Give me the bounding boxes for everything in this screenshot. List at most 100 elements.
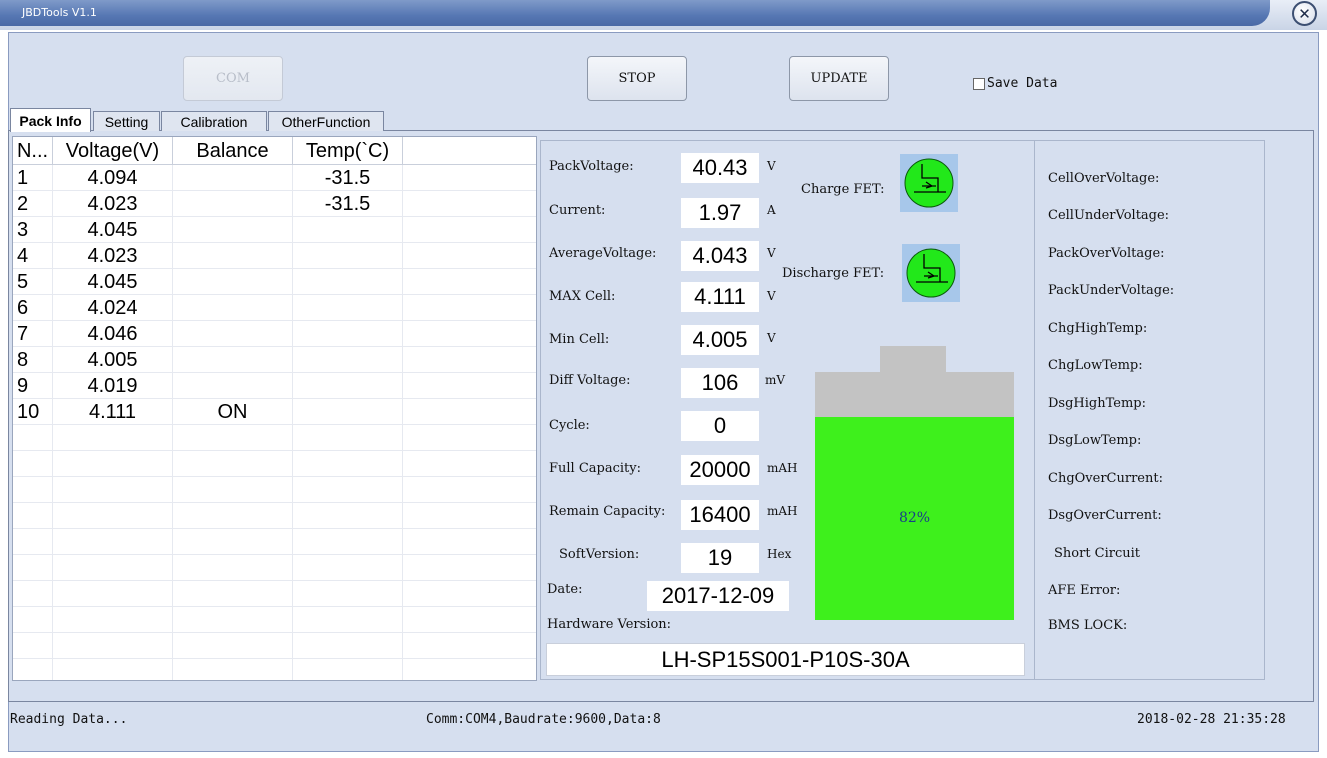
table-cell — [293, 399, 403, 425]
table-row[interactable]: 10 4.111 ON — [13, 399, 536, 425]
table-row[interactable] — [13, 633, 536, 659]
average-voltage-unit: V — [767, 246, 776, 260]
table-row[interactable]: 1 4.094 -31.5 — [13, 165, 536, 191]
discharge-fet-indicator — [902, 244, 960, 302]
table-row[interactable] — [13, 659, 536, 680]
battery-gauge: 82% — [815, 372, 1014, 620]
table-row[interactable]: 6 4.024 — [13, 295, 536, 321]
col-header-voltage[interactable]: Voltage(V) — [53, 137, 173, 165]
charge-fet-indicator — [900, 154, 958, 212]
update-button[interactable]: UPDATE — [789, 56, 889, 101]
protection-label: DsgHighTemp: — [1048, 396, 1146, 411]
col-header-balance[interactable]: Balance — [173, 137, 293, 165]
save-data-checkbox[interactable]: Save Data — [973, 76, 1057, 91]
full-capacity-value: 20000 — [681, 455, 759, 485]
table-cell: 4.094 — [53, 165, 173, 191]
table-cell — [53, 477, 173, 503]
table-row[interactable]: 2 4.023 -31.5 — [13, 191, 536, 217]
col-header-temp[interactable]: Temp(`C) — [293, 137, 403, 165]
table-cell — [53, 555, 173, 581]
battery-cap — [880, 346, 946, 373]
table-row[interactable] — [13, 503, 536, 529]
table-cell — [403, 425, 536, 451]
tab-setting[interactable]: Setting — [93, 111, 160, 131]
title-bar: JBDTools V1.1 ✕ — [0, 0, 1327, 30]
max-cell-label: MAX Cell: — [549, 289, 616, 304]
table-cell — [403, 581, 536, 607]
table-cell: 4.024 — [53, 295, 173, 321]
tab-pack-info[interactable]: Pack Info — [10, 108, 91, 132]
protection-label: ChgHighTemp: — [1048, 321, 1148, 336]
table-cell — [293, 217, 403, 243]
mosfet-icon — [906, 248, 956, 298]
full-capacity-label: Full Capacity: — [549, 461, 641, 476]
table-row[interactable] — [13, 607, 536, 633]
table-row[interactable]: 7 4.046 — [13, 321, 536, 347]
min-cell-label: Min Cell: — [549, 332, 610, 347]
table-row[interactable] — [13, 581, 536, 607]
cell-table[interactable]: N... Voltage(V) Balance Temp(`C) 1 4.094 -… — [12, 136, 537, 681]
checkbox-box[interactable] — [973, 77, 985, 90]
table-row[interactable]: 5 4.045 — [13, 269, 536, 295]
average-voltage-label: AverageVoltage: — [549, 246, 657, 261]
mosfet-icon — [904, 158, 954, 208]
table-cell — [173, 555, 293, 581]
protection-label: CellOverVoltage: — [1048, 171, 1160, 186]
table-row[interactable] — [13, 425, 536, 451]
table-cell — [53, 659, 173, 680]
table-cell — [403, 503, 536, 529]
table-cell — [403, 477, 536, 503]
col-header-number[interactable]: N... — [13, 137, 53, 165]
table-cell — [293, 373, 403, 399]
save-data-label: Save Data — [987, 76, 1058, 91]
cycle-value: 0 — [681, 411, 759, 441]
protection-label: AFE Error: — [1048, 583, 1121, 598]
stop-button[interactable]: STOP — [587, 56, 687, 101]
tab-calibration[interactable]: Calibration — [161, 111, 267, 131]
table-row[interactable]: 3 4.045 — [13, 217, 536, 243]
max-cell-unit: V — [767, 289, 776, 303]
hardware-version-label: Hardware Version: — [547, 617, 672, 632]
current-unit: A — [767, 203, 776, 217]
status-datetime: 2018-02-28 21:35:28 — [1137, 712, 1286, 727]
table-cell — [173, 269, 293, 295]
table-cell: 4.045 — [53, 217, 173, 243]
table-cell — [403, 633, 536, 659]
tab-other-function[interactable]: OtherFunction — [268, 111, 384, 131]
table-cell — [403, 451, 536, 477]
title-tab: JBDTools V1.1 — [0, 0, 1270, 26]
table-cell: ON — [173, 399, 293, 425]
table-cell — [403, 607, 536, 633]
close-button[interactable]: ✕ — [1292, 1, 1317, 26]
table-row[interactable] — [13, 451, 536, 477]
table-cell — [13, 477, 53, 503]
table-row[interactable]: 4 4.023 — [13, 243, 536, 269]
table-cell — [293, 243, 403, 269]
battery-fill: 82% — [815, 416, 1014, 620]
table-cell: -31.5 — [293, 165, 403, 191]
table-cell — [293, 607, 403, 633]
table-cell — [293, 659, 403, 680]
table-cell: 4.023 — [53, 243, 173, 269]
soft-version-unit: Hex — [767, 547, 792, 561]
table-cell — [403, 399, 536, 425]
table-cell — [173, 243, 293, 269]
table-cell — [403, 295, 536, 321]
table-cell — [13, 607, 53, 633]
window-title: JBDTools V1.1 — [22, 6, 97, 19]
discharge-fet-label: Discharge FET: — [782, 266, 885, 281]
table-row[interactable]: 9 4.019 — [13, 373, 536, 399]
diff-voltage-label: Diff Voltage: — [549, 373, 631, 388]
com-button[interactable]: COM — [183, 56, 283, 101]
charge-fet-label: Charge FET: — [801, 182, 885, 197]
table-row[interactable] — [13, 555, 536, 581]
table-row[interactable] — [13, 529, 536, 555]
table-cell — [13, 659, 53, 680]
table-cell — [53, 633, 173, 659]
table-row[interactable]: 8 4.005 — [13, 347, 536, 373]
table-cell — [403, 191, 536, 217]
table-cell: 9 — [13, 373, 53, 399]
table-cell — [403, 269, 536, 295]
max-cell-value: 4.111 — [681, 282, 759, 312]
table-row[interactable] — [13, 477, 536, 503]
